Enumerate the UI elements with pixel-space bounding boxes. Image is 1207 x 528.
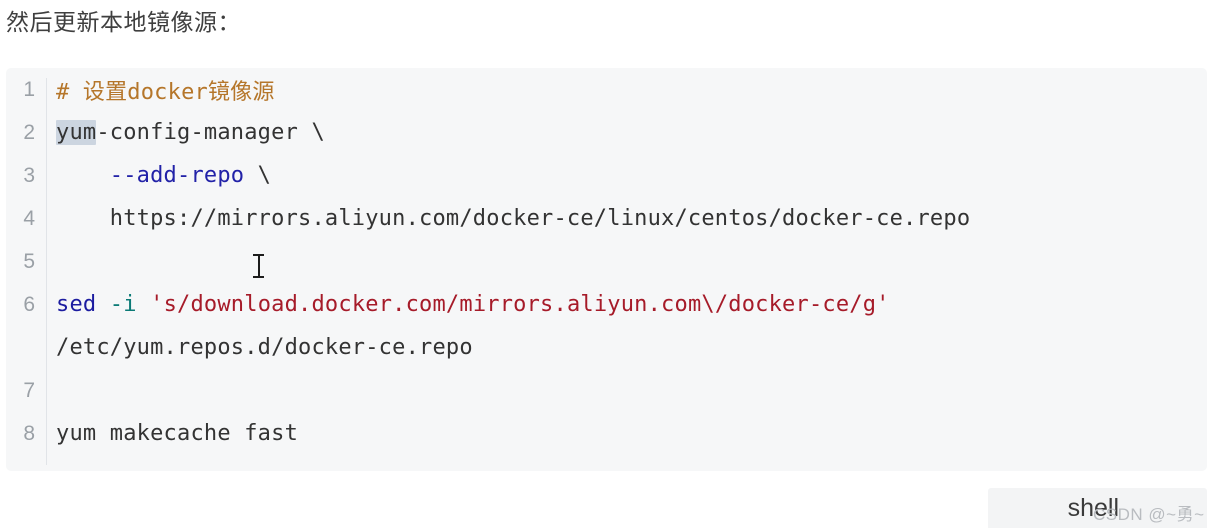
code-token-plain: /etc/yum.repos.d/docker-ce.repo — [56, 335, 473, 360]
code-line: 1 # 设置docker镜像源 — [6, 68, 1207, 111]
code-line-text[interactable]: # 设置docker镜像源 — [44, 74, 1207, 106]
page-intro-heading: 然后更新本地镜像源： — [6, 9, 241, 35]
code-token-plain: \ — [244, 163, 272, 188]
code-token-builtin: sed — [56, 292, 97, 317]
code-line: 2 yum-config-manager \ — [6, 111, 1207, 154]
line-number: 6 — [23, 292, 35, 316]
line-number: 2 — [23, 120, 35, 144]
code-token-plain: https://mirrors.aliyun.com/docker-ce/lin… — [56, 206, 971, 231]
code-line: 6 sed -i 's/download.docker.com/mirrors.a… — [6, 283, 1207, 326]
code-token-string: 's/download.docker.com/mirrors.aliyun.co… — [150, 292, 890, 317]
code-line-text[interactable]: /etc/yum.repos.d/docker-ce.repo — [44, 335, 1207, 360]
code-token-plain: yum makecache fast — [56, 421, 299, 446]
code-token-comment: # 设置docker镜像源 — [56, 79, 275, 105]
code-line-text[interactable]: yum makecache fast — [44, 421, 1207, 446]
code-line-text[interactable]: https://mirrors.aliyun.com/docker-ce/lin… — [44, 206, 1207, 231]
line-number: 5 — [23, 249, 35, 273]
code-line: 7 — [6, 369, 1207, 412]
csdn-watermark: CSDN @~勇~ — [1093, 505, 1205, 524]
code-line-text[interactable]: sed -i 's/download.docker.com/mirrors.al… — [44, 292, 1207, 317]
line-number: 7 — [23, 378, 35, 402]
line-number: 8 — [23, 421, 35, 445]
code-line: /etc/yum.repos.d/docker-ce.repo — [6, 326, 1207, 369]
line-number: 1 — [23, 77, 35, 101]
code-token-flag: -i — [109, 292, 137, 317]
code-token-selected: yum — [56, 120, 97, 145]
line-number: 3 — [23, 163, 35, 187]
code-content[interactable]: 1 # 设置docker镜像源 2 yum-config-manager \ 3 --a… — [6, 68, 1207, 471]
code-token-plain: -config-manager \ — [96, 120, 325, 145]
line-number: 4 — [23, 206, 35, 230]
code-line-text[interactable]: yum-config-manager \ — [44, 120, 1207, 145]
code-token-option: --add-repo — [109, 163, 245, 188]
code-block: 1 # 设置docker镜像源 2 yum-config-manager \ 3 --a… — [6, 68, 1207, 471]
code-line-text[interactable]: --add-repo \ — [44, 163, 1207, 188]
code-line: 4 https://mirrors.aliyun.com/docker-ce/l… — [6, 197, 1207, 240]
code-line: 5 — [6, 240, 1207, 283]
code-line: 8 yum makecache fast — [6, 412, 1207, 455]
code-lines-container: 1 # 设置docker镜像源 2 yum-config-manager \ 3 --a… — [6, 68, 1207, 455]
code-line: 3 --add-repo \ — [6, 154, 1207, 197]
